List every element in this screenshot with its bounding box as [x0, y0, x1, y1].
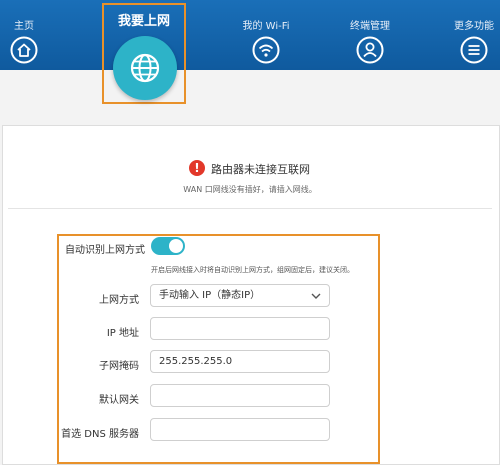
nav-home-label: 主页 — [14, 21, 34, 32]
status-subtitle: WAN 口网线没有插好，请插入网线。 — [183, 185, 317, 194]
nav-devices-label: 终端管理 — [350, 21, 390, 32]
subnet-mask-label: 子网掩码 — [99, 361, 139, 372]
ip-address-label: IP 地址 — [106, 328, 139, 339]
toggle-knob — [169, 239, 183, 253]
nav-internet-label: 我要上网 — [117, 14, 170, 29]
divider — [8, 208, 492, 209]
dns-input[interactable] — [150, 418, 330, 441]
nav-devices[interactable]: 终端管理 — [340, 0, 400, 70]
home-icon — [10, 36, 38, 64]
nav-internet-button[interactable] — [113, 36, 177, 100]
user-icon — [356, 36, 384, 64]
dns-label: 首选 DNS 服务器 — [61, 429, 139, 440]
gateway-label: 默认网关 — [99, 395, 139, 406]
wifi-icon — [252, 36, 280, 64]
connection-type-select[interactable]: 手动输入 IP（静态IP） — [150, 284, 330, 307]
warning-icon: ! — [189, 160, 205, 176]
connection-type-label: 上网方式 — [99, 295, 139, 306]
status-title: 路由器未连接互联网 — [211, 163, 310, 176]
nav-wifi-label: 我的 Wi-Fi — [242, 21, 290, 32]
nav-more-label: 更多功能 — [454, 21, 494, 32]
nav-home[interactable]: 主页 — [0, 0, 54, 70]
auto-detect-label: 自动识别上网方式 — [65, 245, 145, 256]
connection-type-value: 手动输入 IP（静态IP） — [159, 290, 261, 301]
chevron-down-icon — [311, 293, 321, 299]
nav-wifi[interactable]: 我的 Wi-Fi — [236, 0, 296, 70]
nav-more[interactable]: 更多功能 — [444, 0, 500, 70]
subnet-mask-input[interactable]: 255.255.255.0 — [150, 350, 330, 373]
globe-icon — [130, 53, 160, 83]
ip-address-input[interactable] — [150, 317, 330, 340]
auto-detect-toggle[interactable] — [151, 237, 185, 255]
connection-status: ! 路由器未连接互联网 — [0, 160, 500, 178]
auto-detect-hint: 开启后网线接入时将自动识别上网方式，组网固定后，建议关闭。 — [151, 266, 354, 274]
gateway-input[interactable] — [150, 384, 330, 407]
menu-icon — [460, 36, 488, 64]
